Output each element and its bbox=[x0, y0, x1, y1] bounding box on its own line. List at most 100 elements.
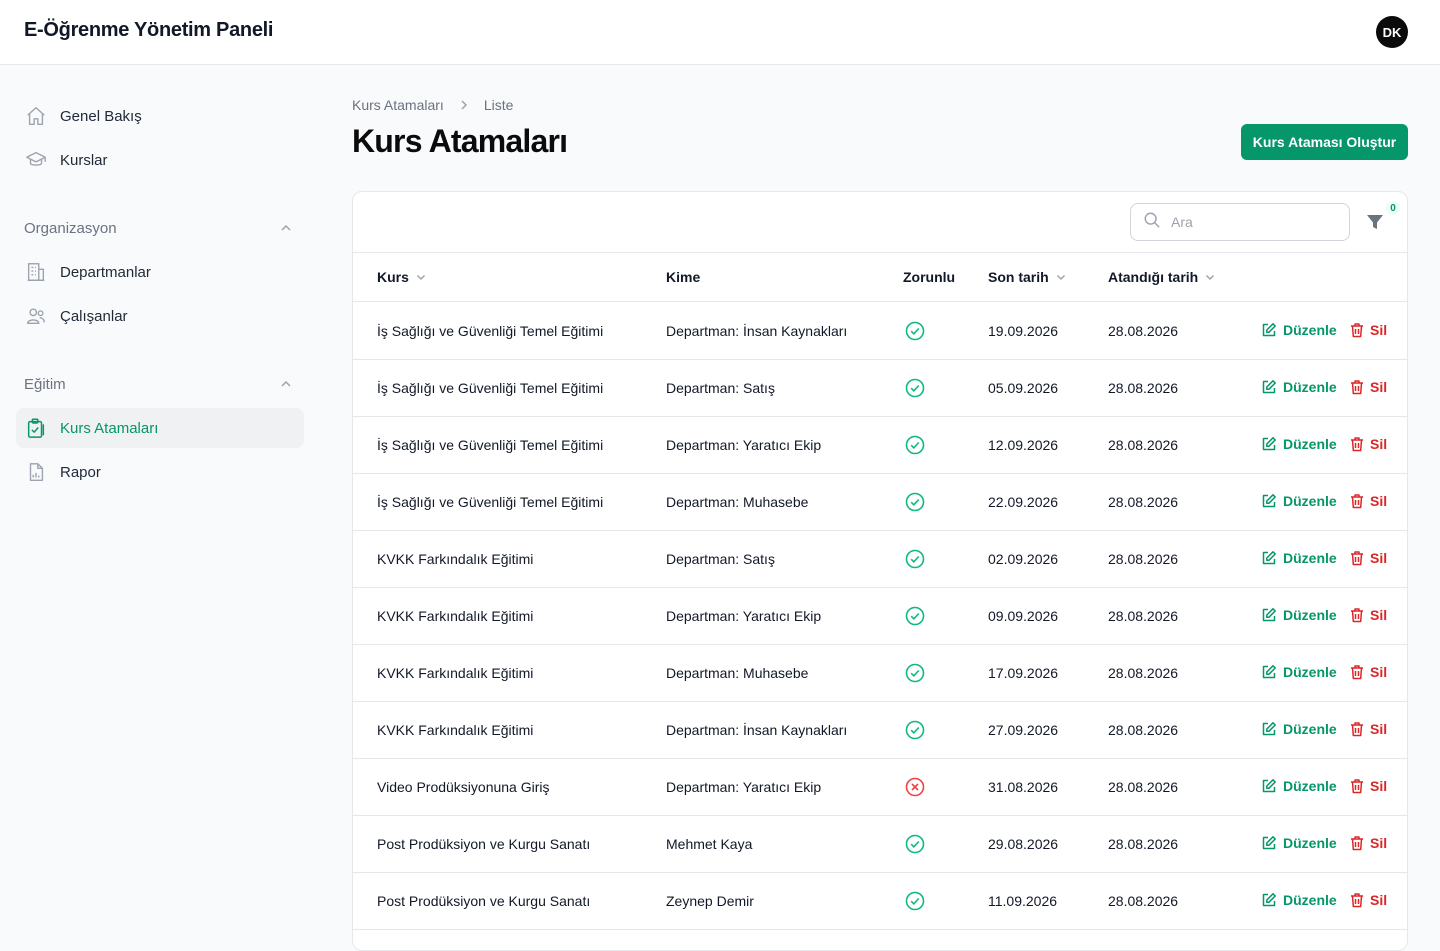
edit-label: Düzenle bbox=[1283, 721, 1337, 737]
delete-button[interactable]: Sil bbox=[1350, 721, 1387, 737]
check-circle-icon bbox=[905, 435, 925, 455]
sidebar-group-education[interactable]: Eğitim bbox=[24, 376, 66, 393]
assigned-date: 28.08.2026 bbox=[1108, 494, 1179, 510]
building-icon bbox=[24, 260, 48, 284]
assignee: Departman: Muhasebe bbox=[666, 494, 809, 510]
edit-button[interactable]: Düzenle bbox=[1261, 436, 1337, 452]
delete-button[interactable]: Sil bbox=[1350, 493, 1387, 509]
column-header-label: Zorunlu bbox=[903, 269, 956, 285]
edit-button[interactable]: Düzenle bbox=[1261, 721, 1337, 737]
check-circle-icon bbox=[905, 720, 925, 740]
trash-icon bbox=[1350, 778, 1364, 794]
delete-button[interactable]: Sil bbox=[1350, 892, 1387, 908]
sidebar-item-label: Çalışanlar bbox=[60, 307, 128, 325]
sidebar-item-report[interactable]: Rapor bbox=[16, 452, 304, 492]
due-date: 05.09.2026 bbox=[988, 380, 1059, 396]
course-name: KVKK Farkındalık Eğitimi bbox=[377, 722, 534, 738]
x-circle-icon bbox=[905, 777, 925, 797]
user-avatar[interactable]: DK bbox=[1376, 16, 1408, 48]
delete-button[interactable]: Sil bbox=[1350, 550, 1387, 566]
edit-icon bbox=[1261, 322, 1277, 338]
search-icon bbox=[1143, 211, 1161, 234]
edit-button[interactable]: Düzenle bbox=[1261, 550, 1337, 566]
assignee: Departman: Yaratıcı Ekip bbox=[666, 779, 822, 795]
delete-label: Sil bbox=[1370, 436, 1388, 452]
column-header-course[interactable]: Kurs bbox=[377, 269, 427, 285]
edit-icon bbox=[1261, 721, 1277, 737]
due-date: 02.09.2026 bbox=[988, 551, 1059, 567]
course-name: İş Sağlığı ve Güvenliği Temel Eğitimi bbox=[377, 437, 604, 453]
course-name: İş Sağlığı ve Güvenliği Temel Eğitimi bbox=[377, 494, 604, 510]
column-header-due-date[interactable]: Son tarih bbox=[988, 269, 1067, 285]
table-row: KVKK Farkındalık Eğitimi Departman: Yarat… bbox=[353, 588, 1407, 645]
check-circle-icon bbox=[905, 663, 925, 683]
due-date: 19.09.2026 bbox=[988, 323, 1059, 339]
search-box[interactable] bbox=[1130, 203, 1350, 241]
delete-label: Sil bbox=[1370, 721, 1388, 737]
delete-button[interactable]: Sil bbox=[1350, 664, 1387, 680]
sidebar-item-course-assignments[interactable]: Kurs Atamaları bbox=[16, 408, 304, 448]
trash-icon bbox=[1350, 835, 1364, 851]
table-row: Video Prodüksiyonuna Giriş Departman: Yar… bbox=[353, 759, 1407, 816]
breadcrumb-current: Liste bbox=[483, 97, 514, 113]
breadcrumb-link[interactable]: Kurs Atamaları bbox=[352, 97, 444, 113]
sort-chevron-icon bbox=[1206, 274, 1215, 281]
table-row: KVKK Farkındalık Eğitimi Departman: İnsan… bbox=[353, 702, 1407, 759]
sidebar-item-courses[interactable]: Kurslar bbox=[16, 140, 304, 180]
edit-label: Düzenle bbox=[1283, 322, 1337, 338]
column-header-assigned-date[interactable]: Atandığı tarih bbox=[1108, 269, 1216, 285]
edit-icon bbox=[1261, 778, 1277, 794]
chevron-up-icon[interactable] bbox=[278, 220, 294, 236]
check-circle-icon bbox=[905, 606, 925, 626]
table-toolbar: 0 bbox=[353, 192, 1407, 253]
trash-icon bbox=[1350, 493, 1364, 509]
assigned-date: 28.08.2026 bbox=[1108, 608, 1179, 624]
column-header-required: Zorunlu bbox=[903, 269, 955, 285]
chevron-up-icon[interactable] bbox=[278, 376, 294, 392]
assigned-date: 28.08.2026 bbox=[1108, 437, 1179, 453]
delete-label: Sil bbox=[1370, 607, 1388, 623]
edit-button[interactable]: Düzenle bbox=[1261, 778, 1337, 794]
filter-icon[interactable] bbox=[1365, 212, 1385, 232]
edit-button[interactable]: Düzenle bbox=[1261, 493, 1337, 509]
delete-button[interactable]: Sil bbox=[1350, 322, 1387, 338]
column-header-assignee: Kime bbox=[666, 269, 700, 285]
course-name: Video Prodüksiyonuna Giriş bbox=[377, 779, 550, 795]
edit-button[interactable]: Düzenle bbox=[1261, 322, 1337, 338]
edit-button[interactable]: Düzenle bbox=[1261, 379, 1337, 395]
table-row: İş Sağlığı ve Güvenliği Temel Eğitimi Dep… bbox=[353, 303, 1407, 360]
assigned-date: 28.08.2026 bbox=[1108, 836, 1179, 852]
due-date: 27.09.2026 bbox=[988, 722, 1059, 738]
edit-button[interactable]: Düzenle bbox=[1261, 835, 1337, 851]
sidebar-item-departments[interactable]: Departmanlar bbox=[16, 252, 304, 292]
create-assignment-button[interactable]: Kurs Ataması Oluştur bbox=[1241, 124, 1408, 160]
check-circle-icon bbox=[905, 549, 925, 569]
delete-label: Sil bbox=[1370, 379, 1388, 395]
edit-button[interactable]: Düzenle bbox=[1261, 607, 1337, 623]
edit-label: Düzenle bbox=[1283, 892, 1337, 908]
edit-button[interactable]: Düzenle bbox=[1261, 664, 1337, 680]
trash-icon bbox=[1350, 721, 1364, 737]
delete-button[interactable]: Sil bbox=[1350, 379, 1387, 395]
delete-label: Sil bbox=[1370, 778, 1388, 794]
delete-button[interactable]: Sil bbox=[1350, 835, 1387, 851]
sidebar-item-employees[interactable]: Çalışanlar bbox=[16, 296, 304, 336]
delete-button[interactable]: Sil bbox=[1350, 607, 1387, 623]
check-circle-icon bbox=[905, 321, 925, 341]
delete-button[interactable]: Sil bbox=[1350, 778, 1387, 794]
table-row: KVKK Farkındalık Eğitimi Departman: Satış… bbox=[353, 531, 1407, 588]
search-input[interactable] bbox=[1171, 214, 1331, 230]
edit-label: Düzenle bbox=[1283, 436, 1337, 452]
course-name: Post Prodüksiyon ve Kurgu Sanatı bbox=[377, 893, 591, 909]
due-date: 22.09.2026 bbox=[988, 494, 1059, 510]
edit-label: Düzenle bbox=[1283, 379, 1337, 395]
edit-label: Düzenle bbox=[1283, 664, 1337, 680]
users-icon bbox=[24, 304, 48, 328]
assigned-date: 28.08.2026 bbox=[1108, 380, 1179, 396]
delete-button[interactable]: Sil bbox=[1350, 436, 1387, 452]
course-name: KVKK Farkındalık Eğitimi bbox=[377, 665, 534, 681]
edit-label: Düzenle bbox=[1283, 493, 1337, 509]
sidebar-item-overview[interactable]: Genel Bakış bbox=[16, 96, 304, 136]
sidebar-group-organization[interactable]: Organizasyon bbox=[24, 220, 117, 237]
edit-button[interactable]: Düzenle bbox=[1261, 892, 1337, 908]
